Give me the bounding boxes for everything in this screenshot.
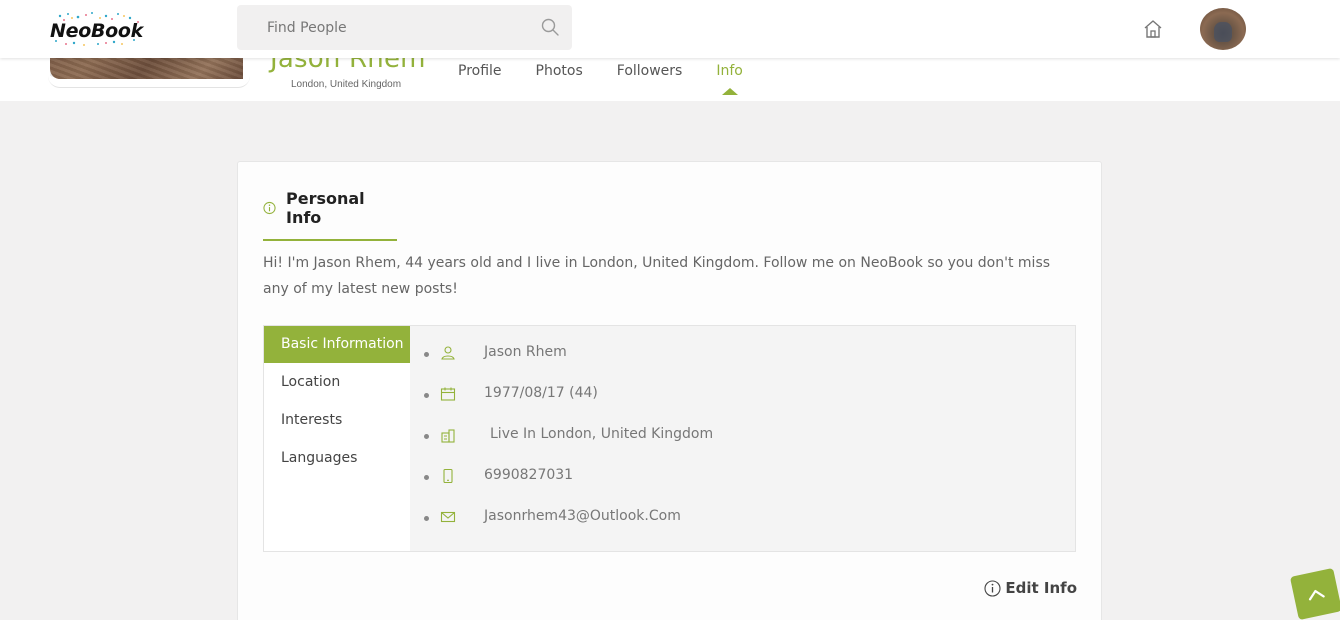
phone-icon (443, 468, 453, 484)
bullet (424, 434, 429, 439)
building-icon (441, 429, 455, 443)
search-input[interactable] (237, 5, 537, 50)
profile-location: London, United Kingdom (291, 79, 402, 90)
edit-info-label: Edit Info (1005, 579, 1077, 597)
bullet (424, 475, 429, 480)
info-icon (984, 579, 1001, 597)
top-header: NeoBook (0, 0, 1340, 58)
list-item: Live In London, United Kingdom (424, 426, 713, 467)
tab-profile[interactable]: Profile (458, 63, 502, 79)
mail-icon (440, 511, 456, 523)
search-box (237, 5, 572, 50)
info-email: Jasonrhem43@Outlook.Com (484, 508, 681, 524)
nav-interests[interactable]: Interests (264, 401, 410, 439)
neobook-logo[interactable]: NeoBook (48, 10, 143, 48)
tab-info-label: Info (716, 63, 743, 79)
info-nav: Basic Information Location Interests Lan… (264, 326, 410, 551)
bio-text: Hi! I'm Jason Rhem, 44 years old and I l… (263, 255, 1051, 297)
list-item: 6990827031 (424, 467, 713, 508)
info-phone: 6990827031 (484, 467, 574, 483)
section-title: Personal Info (263, 189, 397, 241)
nav-languages[interactable]: Languages (264, 439, 410, 477)
tab-followers[interactable]: Followers (617, 63, 683, 79)
nav-location[interactable]: Location (264, 363, 410, 401)
personal-info-card: Personal Info Hi! I'm Jason Rhem, 44 yea… (237, 161, 1102, 620)
calendar-icon (440, 387, 456, 401)
active-tab-indicator (721, 88, 738, 95)
home-icon[interactable] (1142, 18, 1164, 40)
tab-photos[interactable]: Photos (536, 63, 583, 79)
nav-basic-information[interactable]: Basic Information (264, 326, 410, 363)
info-circle-icon (263, 201, 276, 215)
profile-tabs: Profile Photos Followers Info (458, 63, 777, 95)
tab-info[interactable]: Info (716, 63, 743, 95)
list-item: Jason Rhem (424, 344, 713, 385)
bullet (424, 516, 429, 521)
info-birthdate: 1977/08/17 (44) (484, 385, 598, 401)
search-icon[interactable] (540, 17, 560, 37)
scroll-to-top-button[interactable] (1289, 567, 1340, 620)
edit-info-button[interactable]: Edit Info (984, 579, 1077, 597)
bullet (424, 393, 429, 398)
info-location: Live In London, United Kingdom (490, 426, 714, 442)
info-box: Basic Information Location Interests Lan… (263, 325, 1076, 552)
user-avatar[interactable] (1200, 8, 1246, 50)
list-item: Jasonrhem43@Outlook.Com (424, 508, 713, 549)
bullet (424, 352, 429, 357)
logo-text: NeoBook (50, 20, 143, 42)
list-item: 1977/08/17 (44) (424, 385, 713, 426)
user-icon (441, 346, 455, 360)
section-title-text: Personal Info (286, 189, 365, 227)
info-name: Jason Rhem (484, 344, 567, 360)
basic-info-list: Jason Rhem 1977/08/17 (44) Live In Londo… (424, 344, 713, 549)
chevron-up-icon (1308, 589, 1325, 601)
